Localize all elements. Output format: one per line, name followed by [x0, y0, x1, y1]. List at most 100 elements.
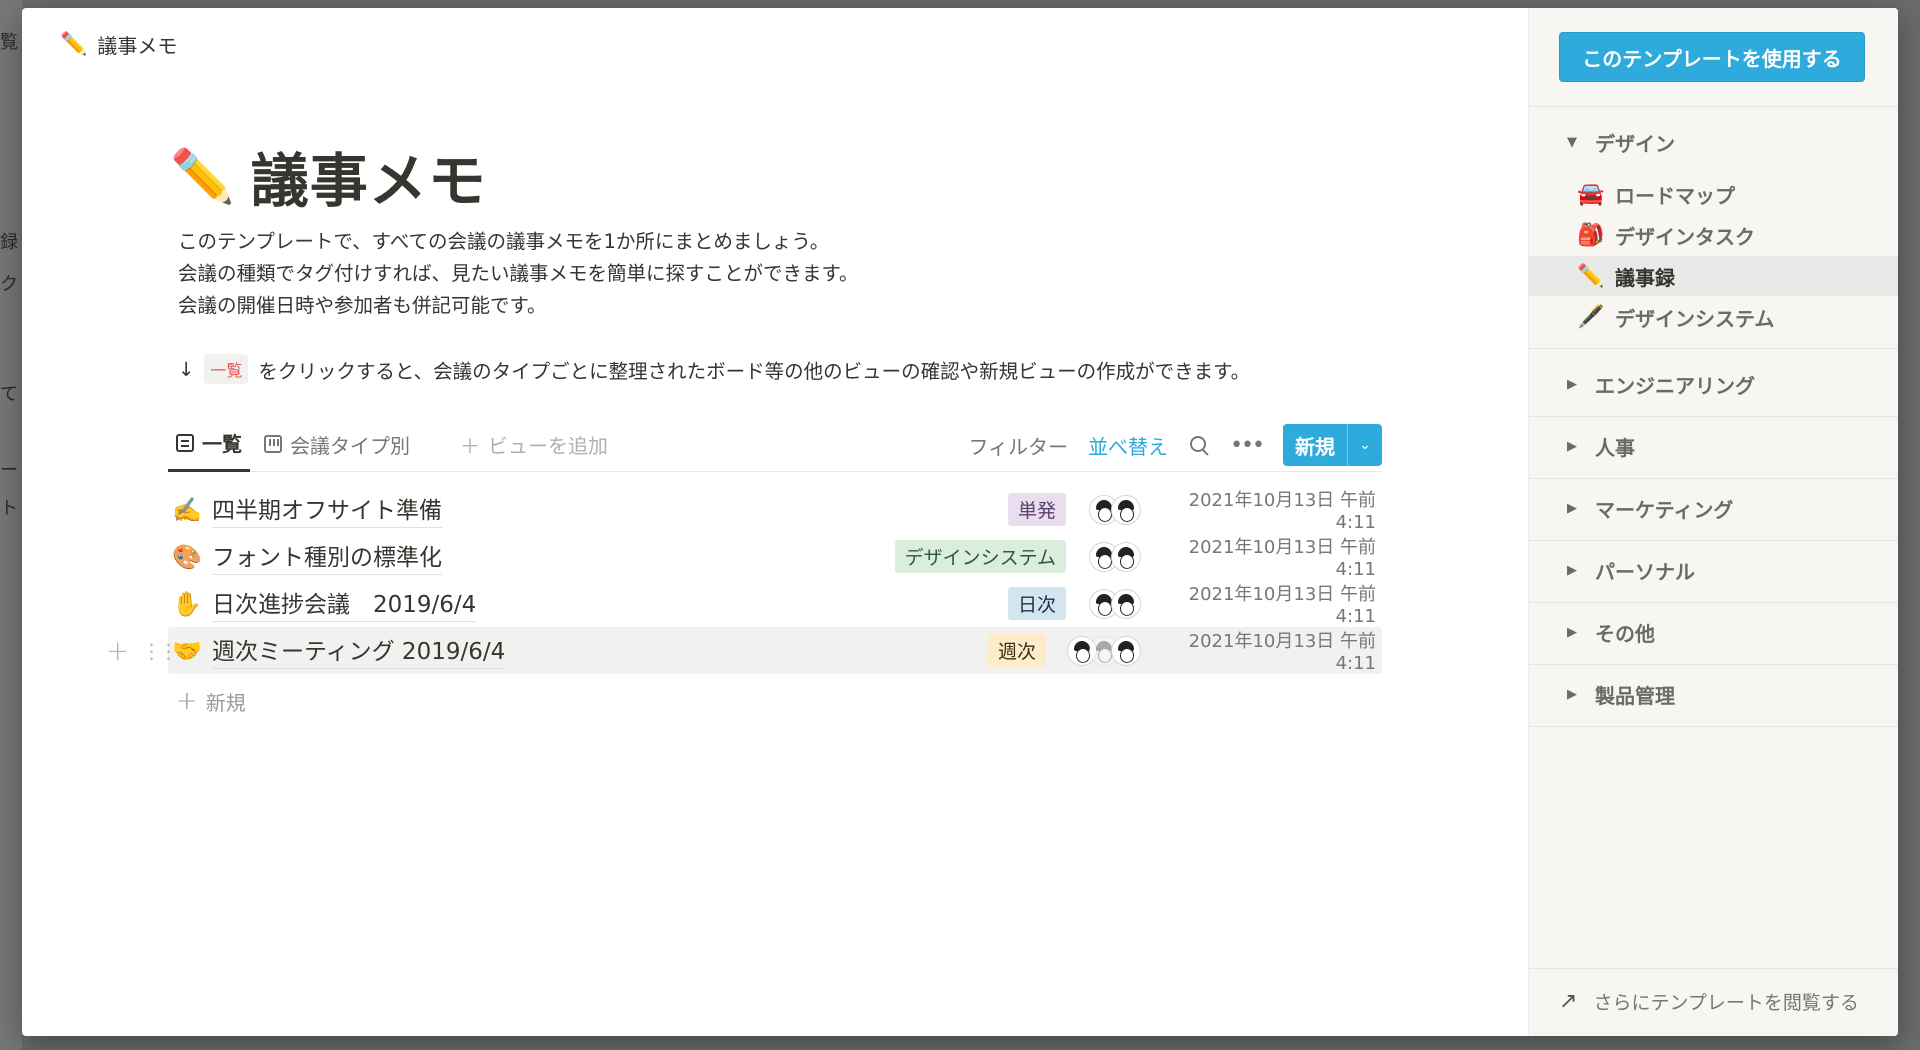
section-label: 製品管理 [1595, 683, 1675, 708]
participants [1084, 589, 1140, 618]
meeting-type-tag: 単発 [1007, 493, 1066, 526]
list-item[interactable]: 🎨 フォント種別の標準化 デザインシステム 2021年10月13日 午前 4:1… [168, 533, 1382, 580]
page-title: ✏️ 議事メモ [170, 134, 487, 218]
created-date: 2021年10月13日 午前 4:11 [1188, 584, 1376, 627]
pencil-icon: ✏️ [60, 32, 88, 57]
writing-hand-icon: ✍️ [172, 495, 202, 524]
section-marketing[interactable]: ▶ マーケティング [1567, 488, 1733, 528]
page-pencil-icon[interactable]: ✏️ [170, 146, 235, 207]
triangle-right-icon: ▶ [1567, 376, 1577, 392]
divider [1529, 348, 1898, 349]
background-text: 覧 [0, 32, 18, 53]
background-text: て [0, 384, 18, 405]
triangle-right-icon: ▶ [1567, 686, 1577, 702]
created-date: 2021年10月13日 午前 4:11 [1188, 631, 1376, 674]
view-hint: ↓ 一覧 をクリックすると、会議のタイプごとに整理されたボード等の他のビューの確… [178, 354, 1250, 384]
section-other[interactable]: ▶ その他 [1567, 612, 1655, 652]
sidebar-item-label: デザインタスク [1615, 224, 1755, 249]
sidebar-item-label: 議事録 [1615, 265, 1675, 290]
item-title[interactable]: フォント種別の標準化 [212, 538, 442, 575]
item-title[interactable]: 週次ミーティング 2019/6/4 [212, 632, 506, 669]
divider [1529, 602, 1898, 603]
tab-label: 一覧 [202, 432, 242, 456]
triangle-right-icon: ▶ [1567, 562, 1577, 578]
section-label: パーソナル [1595, 559, 1695, 584]
row-handle: + ⋮⋮ [106, 627, 178, 674]
background-text: ト [0, 498, 18, 519]
avatar [1112, 542, 1140, 571]
item-title[interactable]: 四半期オフサイト準備 [212, 491, 442, 528]
section-design[interactable]: ▼ デザイン [1567, 122, 1675, 162]
browse-more-templates-link[interactable]: ↗ さらにテンプレートを閲覧する [1559, 988, 1859, 1015]
section-label: マーケティング [1595, 497, 1734, 522]
sidebar-item-label: ロードマップ [1615, 183, 1735, 208]
section-product-management[interactable]: ▶ 製品管理 [1567, 674, 1675, 714]
description-line: 会議の種類でタグ付けすれば、見たい議事メモを簡単に探すことができます。 [178, 262, 859, 285]
chevron-down-icon[interactable]: ⌄ [1348, 424, 1382, 466]
drag-handle-icon[interactable]: ⋮⋮ [141, 639, 178, 663]
sidebar-item-design-system[interactable]: 🖋️ デザインシステム [1529, 297, 1898, 337]
sidebar-item-roadmap[interactable]: 🚘 ロードマップ [1529, 174, 1898, 214]
page-description: このテンプレートで、すべての会議の議事メモを1か所にまとめましょう。 会議の種類… [178, 226, 859, 322]
divider [1529, 664, 1898, 665]
new-button-label[interactable]: 新規 [1283, 424, 1348, 466]
item-title[interactable]: 日次進捗会議 2019/6/4 [212, 585, 477, 622]
database-toolbar: フィルター 並べ替え ••• 新規 ⌄ [968, 424, 1382, 466]
description-line: 会議の開催日時や参加者も併記可能です。 [178, 294, 547, 317]
section-label: エンジニアリング [1595, 373, 1755, 398]
list-view-icon [176, 433, 194, 452]
pen-icon: 🖋️ [1577, 304, 1605, 330]
use-template-button[interactable]: このテンプレートを使用する [1559, 32, 1865, 82]
add-block-icon[interactable]: + [106, 634, 129, 667]
meeting-type-tag: デザインシステム [894, 540, 1066, 573]
avatar [1112, 589, 1140, 618]
sidebar-item-design-tasks[interactable]: 🎒 デザインタスク [1529, 215, 1898, 255]
sidebar-item-label: デザインシステム [1615, 306, 1775, 331]
list-item[interactable]: ✋ 日次進捗会議 2019/6/4 日次 2021年10月13日 午前 4:11 [168, 580, 1382, 627]
breadcrumb[interactable]: ✏️ 議事メモ [60, 30, 177, 59]
template-gallery-sidebar: このテンプレートを使用する ▼ デザイン 🚘 ロードマップ 🎒 デザインタスク … [1528, 8, 1898, 1036]
created-date: 2021年10月13日 午前 4:11 [1188, 490, 1376, 533]
car-icon: 🚘 [1577, 181, 1605, 207]
triangle-right-icon: ▶ [1567, 500, 1577, 516]
list-item[interactable]: + ⋮⋮ 🤝 週次ミーティング 2019/6/4 週次 2021年10月13日 … [106, 627, 1382, 674]
tab-board-view[interactable]: 会議タイプ別 [256, 416, 418, 472]
tab-label: 会議タイプ別 [290, 433, 410, 458]
search-icon[interactable] [1188, 434, 1210, 456]
participants [1064, 636, 1140, 665]
new-record-button[interactable]: 新規 ⌄ [1283, 424, 1382, 466]
meeting-type-tag: 日次 [1007, 587, 1066, 620]
add-new-row-button[interactable]: + 新規 [176, 686, 246, 716]
triangle-right-icon: ▶ [1567, 624, 1577, 640]
plus-icon: + [176, 686, 198, 716]
page-title-text[interactable]: 議事メモ [251, 134, 487, 218]
template-preview-modal: ✏️ 議事メモ ✏️ 議事メモ このテンプレートで、すべての会議の議事メモを1か… [22, 8, 1898, 1036]
participants [1084, 542, 1140, 571]
triangle-down-icon: ▼ [1567, 134, 1577, 150]
hint-text: をクリックすると、会議のタイプごとに整理されたボード等の他のビューの確認や新規ビ… [258, 359, 1251, 383]
background-page-peek: 覧 録 ク て ー ト [0, 0, 22, 1050]
section-engineering[interactable]: ▶ エンジニアリング [1567, 364, 1755, 404]
divider [1529, 478, 1898, 479]
participants [1084, 495, 1140, 524]
raised-hand-icon: ✋ [172, 589, 202, 618]
arrow-up-right-icon: ↗ [1559, 989, 1578, 1014]
footer-label: さらにテンプレートを閲覧する [1593, 992, 1859, 1014]
section-hr[interactable]: ▶ 人事 [1567, 426, 1635, 466]
sort-button[interactable]: 並べ替え [1088, 431, 1168, 460]
triangle-right-icon: ▶ [1567, 438, 1577, 454]
description-line: このテンプレートで、すべての会議の議事メモを1か所にまとめましょう。 [178, 230, 830, 253]
filter-button[interactable]: フィルター [968, 431, 1068, 460]
divider [1529, 968, 1898, 969]
add-view-button[interactable]: ＋ ビューを追加 [452, 416, 616, 472]
meeting-type-tag: 週次 [987, 634, 1046, 667]
more-options-icon[interactable]: ••• [1230, 433, 1265, 458]
board-view-icon [264, 435, 282, 453]
add-new-label: 新規 [205, 690, 246, 715]
sidebar-item-meeting-notes[interactable]: ✏️ 議事録 [1529, 256, 1898, 296]
section-personal[interactable]: ▶ パーソナル [1567, 550, 1695, 590]
list-item[interactable]: ✍️ 四半期オフサイト準備 単発 2021年10月13日 午前 4:11 [168, 486, 1382, 533]
database-view-bar: 一覧 会議タイプ別 ＋ ビューを追加 フィルター 並べ替え ••• 新規 ⌄ [168, 416, 1382, 472]
tab-list-view[interactable]: 一覧 [168, 416, 250, 472]
pencil-icon: ✏️ [1577, 263, 1605, 289]
